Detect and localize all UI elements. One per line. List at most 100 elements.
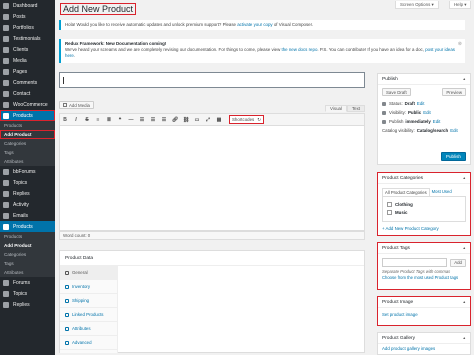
tab-shipping[interactable]: Shipping: [60, 294, 117, 308]
sidebar-item-products[interactable]: Products: [0, 221, 55, 232]
category-tabs: All Product Categories Most Used: [378, 184, 470, 196]
align-center-icon[interactable]: ☰: [150, 117, 156, 123]
submenu-categories[interactable]: Categories: [0, 139, 55, 148]
align-right-icon[interactable]: ☰: [161, 117, 167, 123]
activate-link[interactable]: activate your copy: [237, 22, 272, 27]
numbered-list-icon[interactable]: ≣: [106, 117, 112, 123]
tab-all-categories[interactable]: All Product Categories: [382, 188, 430, 196]
read-more-icon[interactable]: ▭: [194, 117, 200, 123]
unlink-icon[interactable]: ⛓︎: [183, 117, 189, 123]
tags-header[interactable]: Product Tags ▲: [378, 243, 470, 254]
align-left-icon[interactable]: ☰: [139, 117, 145, 123]
status-value: Draft: [404, 101, 415, 106]
sidebar-item-dashboard[interactable]: Dashboard: [0, 0, 55, 11]
strikethrough-icon[interactable]: S: [84, 117, 90, 123]
catalog-value: Catalog/search: [416, 128, 449, 133]
sidebar-item-contact[interactable]: Contact: [0, 88, 55, 99]
submenu-tags[interactable]: Tags: [0, 148, 55, 157]
visibility-value: Public: [408, 110, 422, 115]
editor-body[interactable]: [59, 126, 365, 231]
italic-icon[interactable]: I: [73, 117, 79, 123]
save-draft-button[interactable]: Save Draft: [382, 88, 411, 96]
image-header[interactable]: Product Image ▲: [378, 297, 470, 308]
submenu-products-2[interactable]: Products: [0, 232, 55, 241]
tab-attributes[interactable]: Attributes: [60, 322, 117, 336]
submenu-products[interactable]: Products: [0, 121, 55, 130]
categories-header[interactable]: Product Categories ▲: [378, 173, 470, 184]
help-button[interactable]: Help ▾: [449, 1, 472, 9]
sidebar-item-products[interactable]: Products: [0, 110, 55, 121]
catalog-edit-link[interactable]: Edit: [450, 128, 458, 133]
schedule-edit-link[interactable]: Edit: [433, 119, 441, 124]
submenu-attributes-2[interactable]: Attributes: [0, 268, 55, 277]
status-edit-link[interactable]: Edit: [417, 101, 425, 106]
category-item[interactable]: Clothing: [387, 200, 461, 208]
link-icon[interactable]: 🔗︎: [172, 117, 178, 123]
sidebar-item-clients[interactable]: Clients: [0, 44, 55, 55]
screen-options-button[interactable]: Screen Options ▾: [395, 1, 439, 9]
sidebar-item-comments[interactable]: Comments: [0, 77, 55, 88]
tab-advanced[interactable]: Advanced: [60, 336, 117, 350]
publish-button[interactable]: Publish: [440, 152, 466, 161]
tab-linked-products[interactable]: Linked Products: [60, 308, 117, 322]
choose-tags-link[interactable]: Choose from the most used Product tags: [382, 275, 458, 280]
set-image-link[interactable]: Set product image: [382, 312, 418, 317]
toolbar-toggle-icon[interactable]: ▦: [216, 117, 222, 123]
dismiss-icon[interactable]: ⊗: [458, 41, 462, 47]
forums-icon: [3, 279, 9, 286]
bullet-list-icon[interactable]: ≡: [95, 117, 101, 123]
publish-header[interactable]: Publish ▲: [378, 74, 470, 85]
sidebar-item-portfolios[interactable]: Portfolios: [0, 22, 55, 33]
horizontal-line-icon[interactable]: —: [128, 117, 134, 123]
sidebar-item-topics[interactable]: Topics: [0, 288, 55, 299]
sidebar-item-bbforums[interactable]: bbForums: [0, 166, 55, 177]
preview-button[interactable]: Preview: [442, 88, 466, 96]
fullscreen-icon[interactable]: ⤢: [205, 117, 211, 123]
update-notice: Hola! Would you like to receive automati…: [59, 20, 465, 30]
submenu-tags-2[interactable]: Tags: [0, 259, 55, 268]
page-title: Add New Product: [60, 3, 137, 15]
sidebar-item-activity[interactable]: Activity: [0, 199, 55, 210]
sidebar-item-pages[interactable]: Pages: [0, 66, 55, 77]
tab-inventory[interactable]: Inventory: [60, 280, 117, 294]
catalog-row: Catalog visibility: Catalog/search Edit: [378, 126, 470, 135]
gallery-header[interactable]: Product Gallery ▲: [378, 333, 470, 344]
blockquote-icon[interactable]: ❝: [117, 117, 123, 123]
tab-visual[interactable]: Visual: [325, 105, 347, 112]
product-title-input[interactable]: [59, 72, 365, 88]
submenu-add-product-2[interactable]: Add Product: [0, 241, 55, 250]
add-category-link[interactable]: + Add New Product Category: [382, 226, 439, 231]
tab-general[interactable]: General: [60, 266, 117, 280]
checkbox[interactable]: [387, 209, 392, 215]
add-gallery-link[interactable]: Add product gallery images: [382, 346, 435, 351]
clients-icon: [3, 46, 9, 53]
bold-icon[interactable]: B: [62, 117, 68, 123]
add-media-button[interactable]: Add Media: [59, 101, 94, 109]
submenu-add-product[interactable]: Add Product: [0, 130, 55, 139]
tab-most-used[interactable]: Most Used: [430, 188, 454, 196]
sidebar-item-testimonials[interactable]: Testimonials: [0, 33, 55, 44]
sidebar-item-label: Replies: [13, 190, 30, 197]
sidebar-item-replies[interactable]: Replies: [0, 188, 55, 199]
tag-input[interactable]: [382, 258, 448, 267]
shortcodes-dropdown[interactable]: Shortcodes ↻: [229, 115, 264, 124]
sidebar-item-replies[interactable]: Replies: [0, 299, 55, 310]
sidebar-item-media[interactable]: Media: [0, 55, 55, 66]
checkbox[interactable]: [387, 201, 392, 207]
tab-attributes-label: Attributes: [72, 326, 91, 331]
submenu-categories-2[interactable]: Categories: [0, 250, 55, 259]
sidebar-item-posts[interactable]: Posts: [0, 11, 55, 22]
redux-text-3: .: [73, 53, 76, 58]
sidebar-item-emails[interactable]: Emails: [0, 210, 55, 221]
caret-up-icon: ▲: [462, 336, 466, 340]
sidebar-item-woocommerce[interactable]: WooCommerce: [0, 99, 55, 110]
docs-repo-link[interactable]: the new docs repo: [282, 47, 318, 52]
sidebar-item-topics[interactable]: Topics: [0, 177, 55, 188]
visibility-edit-link[interactable]: Edit: [423, 110, 431, 115]
submenu-attributes[interactable]: Attributes: [0, 157, 55, 166]
category-item[interactable]: Music: [387, 208, 461, 216]
tab-text[interactable]: Text: [346, 105, 365, 112]
sidebar-item-forums[interactable]: Forums: [0, 277, 55, 288]
add-tag-button[interactable]: Add: [450, 258, 466, 267]
category-label: Clothing: [395, 201, 413, 207]
